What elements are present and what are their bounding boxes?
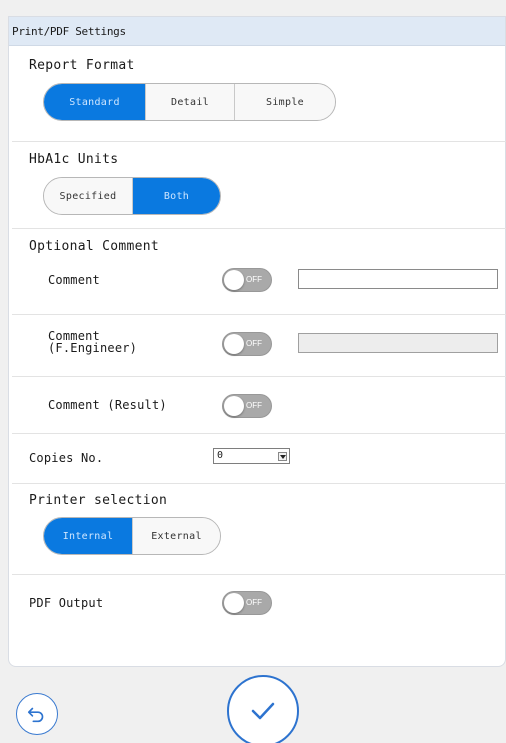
report-format-detail[interactable]: Detail bbox=[146, 84, 235, 120]
comment-engineer-toggle[interactable]: OFF bbox=[222, 332, 272, 356]
comment-engineer-input bbox=[298, 333, 498, 353]
printer-selection-title: Printer selection bbox=[29, 493, 168, 508]
report-format-title: Report Format bbox=[29, 58, 135, 73]
optional-comment-title: Optional Comment bbox=[29, 239, 160, 254]
copies-value: 0 bbox=[217, 450, 224, 461]
pdf-output-label: PDF Output bbox=[29, 596, 104, 610]
undo-arrow-icon bbox=[27, 707, 44, 723]
copies-select[interactable]: 0 bbox=[213, 448, 290, 464]
comment-toggle[interactable]: OFF bbox=[222, 268, 272, 292]
hba1c-units-title: HbA1c Units bbox=[29, 152, 119, 167]
divider bbox=[12, 433, 506, 434]
toggle-knob bbox=[224, 270, 244, 290]
copies-label: Copies No. bbox=[29, 451, 104, 465]
printer-external[interactable]: External bbox=[133, 518, 220, 554]
divider bbox=[12, 141, 506, 142]
divider bbox=[12, 228, 506, 229]
report-format-selector: Standard Detail Simple bbox=[43, 83, 336, 121]
divider bbox=[12, 483, 506, 484]
back-button[interactable] bbox=[16, 693, 58, 735]
printer-selection-selector: Internal External bbox=[43, 517, 221, 555]
toggle-off-label: OFF bbox=[246, 598, 262, 607]
dropdown-arrow-icon bbox=[278, 452, 287, 461]
confirm-button[interactable] bbox=[227, 675, 299, 743]
toggle-knob bbox=[224, 396, 244, 416]
report-format-standard[interactable]: Standard bbox=[44, 84, 146, 120]
checkmark-icon bbox=[251, 702, 275, 720]
divider bbox=[12, 376, 506, 377]
report-format-simple[interactable]: Simple bbox=[235, 84, 335, 120]
toggle-knob bbox=[224, 334, 244, 354]
panel-title: Print/PDF Settings bbox=[9, 17, 505, 46]
printer-internal[interactable]: Internal bbox=[44, 518, 133, 554]
divider bbox=[12, 574, 506, 575]
toggle-knob bbox=[224, 593, 244, 613]
hba1c-units-specified[interactable]: Specified bbox=[44, 178, 133, 214]
comment-input[interactable] bbox=[298, 269, 498, 289]
pdf-output-toggle[interactable]: OFF bbox=[222, 591, 272, 615]
toggle-off-label: OFF bbox=[246, 339, 262, 348]
comment-result-label: Comment (Result) bbox=[48, 398, 167, 412]
hba1c-units-both[interactable]: Both bbox=[133, 178, 220, 214]
divider bbox=[12, 314, 506, 315]
comment-engineer-label-line2: (F.Engineer) bbox=[48, 341, 138, 355]
toggle-off-label: OFF bbox=[246, 401, 262, 410]
toggle-off-label: OFF bbox=[246, 275, 262, 284]
comment-label: Comment bbox=[48, 273, 100, 287]
comment-result-toggle[interactable]: OFF bbox=[222, 394, 272, 418]
hba1c-units-selector: Specified Both bbox=[43, 177, 221, 215]
